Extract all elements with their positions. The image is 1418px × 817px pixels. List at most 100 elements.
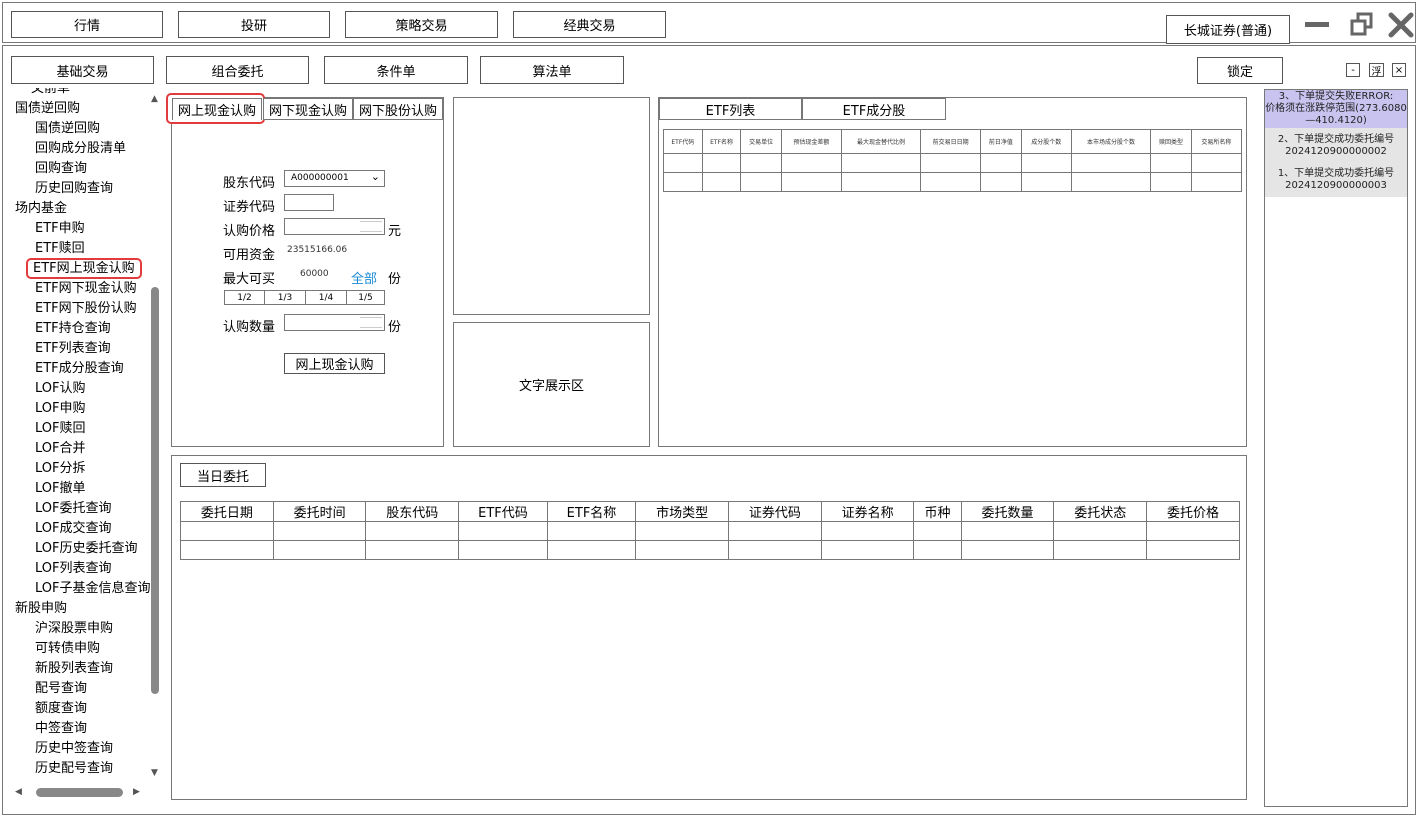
security-code-input[interactable] [284,194,334,211]
column-header[interactable]: 币种 [913,501,962,522]
sidebar-item[interactable]: 配号查询 [10,679,150,699]
sidebar-item[interactable]: LOF赎回 [10,419,150,439]
sidebar-item[interactable]: LOF委托查询 [10,499,150,519]
column-header[interactable]: 证券名称 [820,501,915,522]
column-header[interactable]: 成分股个数 [1020,129,1072,154]
tab-strategy-trading[interactable]: 策略交易 [345,11,498,38]
sidebar-group[interactable]: 新股申购 [10,599,150,619]
table-row[interactable] [180,521,1240,541]
scroll-down-arrow[interactable]: ▼ [151,768,158,778]
fraction-quarter-button[interactable]: 1/4 [305,290,347,305]
sidebar-item[interactable]: 历史中签查询 [10,739,150,759]
subtab-basic-trading[interactable]: 基础交易 [11,56,154,84]
sidebar-item[interactable]: 历史回购查询 [10,179,150,199]
table-row[interactable] [180,540,1240,560]
fraction-third-button[interactable]: 1/3 [264,290,306,305]
fraction-half-button[interactable]: 1/2 [224,290,265,305]
column-header[interactable]: 赎回类型 [1150,129,1192,154]
tab-etf-list[interactable]: ETF列表 [659,98,802,120]
subtab-conditional-order[interactable]: 条件单 [324,56,468,84]
close-icon[interactable] [1388,12,1414,38]
sidebar-item[interactable]: LOF子基金信息查询 [10,579,150,599]
sidebar-item[interactable]: 历史配号查询 [10,759,150,779]
sidebar-item[interactable]: ETF列表查询 [10,339,150,359]
sidebar-item[interactable]: LOF成交查询 [10,519,150,539]
column-header[interactable]: 委托时间 [272,501,367,522]
sidebar-item[interactable]: 国债逆回购 [10,119,150,139]
table-row[interactable] [663,172,1243,192]
panel-close-button[interactable]: × [1392,63,1406,77]
tab-etf-components[interactable]: ETF成分股 [802,98,946,120]
message-success-2[interactable]: 2、下单提交成功委托编号 2024120900000002 [1265,134,1407,158]
sidebar-item[interactable]: LOF分拆 [10,459,150,479]
column-header[interactable]: 股东代码 [365,501,460,522]
sidebar-item[interactable]: ETF申购 [10,219,150,239]
sidebar-item[interactable]: LOF列表查询 [10,559,150,579]
tab-today-orders[interactable]: 当日委托 [180,463,266,487]
sidebar-item[interactable]: ETF网下股份认购 [10,299,150,319]
message-error[interactable]: 3、下单提交失败ERROR: 价格须在涨跌停范围(273.6080 —410.4… [1265,90,1407,128]
column-header[interactable]: 市场类型 [635,501,729,522]
sidebar-item[interactable]: 回购成分股清单 [10,139,150,159]
sidebar-item[interactable]: 新股列表查询 [10,659,150,679]
column-header[interactable]: 最大现金替代比例 [840,129,922,154]
subtab-algo-order[interactable]: 算法单 [480,56,624,84]
broker-account-button[interactable]: 长城证券(普通) [1166,15,1290,44]
table-row[interactable] [663,153,1243,173]
sidebar-item[interactable]: 沪深股票申购 [10,619,150,639]
sidebar-item[interactable]: ETF赎回 [10,239,150,259]
sidebar-item[interactable]: LOF合并 [10,439,150,459]
column-header[interactable]: 证券代码 [728,501,822,522]
scroll-left-arrow[interactable]: ◀ [15,787,22,797]
quantity-input[interactable] [284,314,385,331]
column-header[interactable]: ETF名称 [546,501,637,522]
panel-minimize-button[interactable]: - [1346,63,1360,77]
sidebar-item[interactable]: 回购查询 [10,159,150,179]
price-input[interactable] [284,218,385,235]
column-header[interactable]: 委托数量 [960,501,1055,522]
sidebar-item[interactable]: LOF认购 [10,379,150,399]
column-header[interactable]: 本市场成分股个数 [1070,129,1152,154]
price-spinner[interactable] [360,221,382,232]
column-header[interactable]: 委托状态 [1053,501,1148,522]
column-header[interactable]: 前日净值 [980,129,1022,154]
sidebar-item[interactable]: ETF网下现金认购 [10,279,150,299]
sidebar-item[interactable]: 可转债申购 [10,639,150,659]
minimize-icon[interactable] [1305,22,1329,27]
scroll-up-arrow[interactable]: ▲ [151,94,158,104]
column-header[interactable]: 交易所名称 [1190,129,1243,154]
sidebar-item[interactable]: ETF持仓查询 [10,319,150,339]
tab-online-cash[interactable]: 网上现金认购 [172,98,262,120]
column-header[interactable]: 预估现金差额 [780,129,842,154]
column-header[interactable]: ETF名称 [701,129,742,154]
tab-offline-cash[interactable]: 网下现金认购 [263,98,353,120]
column-header[interactable]: 前交易日日期 [920,129,982,154]
sidebar-item[interactable]: LOF撤单 [10,479,150,499]
sidebar-item[interactable]: 额度查询 [10,699,150,719]
sidebar-horizontal-scrollbar[interactable] [36,788,123,797]
sidebar-group-partial[interactable]: 报价业务 [10,779,150,780]
sidebar-item[interactable]: 中签查询 [10,719,150,739]
tab-market[interactable]: 行情 [11,11,163,38]
subtab-combo-order[interactable]: 组合委托 [166,56,309,84]
message-success-1[interactable]: 1、下单提交成功委托编号 2024120900000003 [1265,168,1407,192]
sidebar-item[interactable]: LOF历史委托查询 [10,539,150,559]
submit-online-cash-button[interactable]: 网上现金认购 [284,353,385,374]
column-header[interactable]: 委托日期 [180,501,274,522]
sidebar-vertical-scrollbar[interactable] [151,287,159,694]
sidebar-item[interactable]: ETF网上现金认购 [10,258,150,279]
sidebar-group[interactable]: 国债逆回购 [10,99,150,119]
scroll-right-arrow[interactable]: ▶ [133,787,140,797]
sidebar-item[interactable]: LOF申购 [10,399,150,419]
sidebar-group[interactable]: 场内基金 [10,199,150,219]
quantity-spinner[interactable] [360,317,382,328]
panel-float-button[interactable]: 浮 [1369,63,1384,78]
restore-icon[interactable] [1350,12,1374,36]
sidebar-item[interactable]: ETF成分股查询 [10,359,150,379]
all-link[interactable]: 全部 [351,268,377,287]
sidebar-item-partial[interactable]: 文前单 [10,88,150,99]
column-header[interactable]: ETF代码 [458,501,548,522]
fraction-fifth-button[interactable]: 1/5 [346,290,385,305]
column-header[interactable]: 委托价格 [1146,501,1240,522]
tab-classic-trading[interactable]: 经典交易 [513,11,666,38]
